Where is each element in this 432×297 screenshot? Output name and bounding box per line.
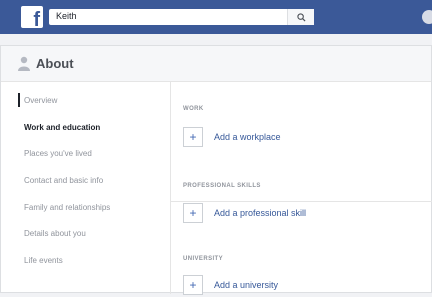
add-professional-skill-label: Add a professional skill [214,208,307,218]
person-icon [18,56,30,71]
nav-item-details-about-you[interactable]: Details about you [24,229,86,238]
add-university-button[interactable]: + Add a university [183,273,278,297]
about-header: About [1,46,431,82]
about-title: About [36,56,74,71]
nav-item-overview[interactable]: Overview [24,96,57,105]
search-input[interactable]: Keith [49,9,314,25]
section-label-work: WORK [183,106,204,112]
search-value: Keith [56,11,77,21]
add-university-label: Add a university [214,280,279,290]
search-button[interactable] [287,9,314,25]
search-icon [296,12,306,22]
plus-icon: + [183,127,203,147]
plus-icon: + [183,203,203,223]
top-navigation-bar: f Keith [0,0,432,34]
nav-item-family-relationships[interactable]: Family and relationships [24,203,110,212]
nav-item-places-lived[interactable]: Places you've lived [24,149,92,158]
section-label-professional-skills: PROFESSIONAL SKILLS [183,183,261,189]
active-indicator [18,93,20,107]
add-workplace-button[interactable]: + Add a workplace [183,125,281,149]
facebook-logo[interactable]: f [21,6,43,31]
nav-item-contact-info[interactable]: Contact and basic info [24,176,103,185]
facebook-logo-letter: f [33,9,40,31]
profile-avatar[interactable] [422,10,432,24]
add-workplace-label: Add a workplace [214,132,281,142]
section-label-university: UNIVERSITY [183,256,224,262]
nav-item-life-events[interactable]: Life events [24,256,63,265]
add-professional-skill-button[interactable]: + Add a professional skill [183,201,306,225]
plus-icon: + [183,275,203,295]
nav-item-work-and-education[interactable]: Work and education [24,123,100,132]
